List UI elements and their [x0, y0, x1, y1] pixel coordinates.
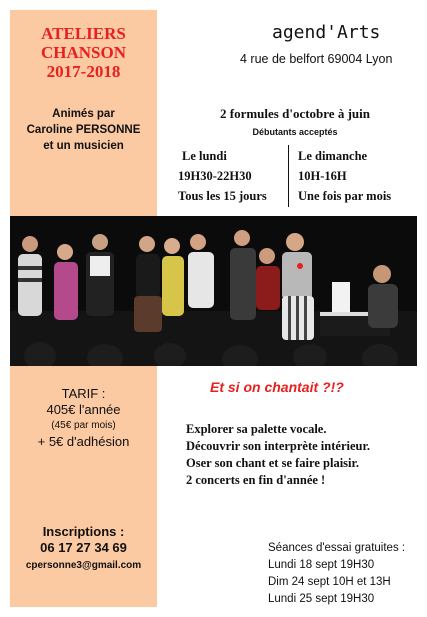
title-line-2: CHANSON — [40, 43, 126, 62]
monday-schedule: Le lundi 19H30-22H30 Tous les 15 jours — [178, 146, 267, 206]
benefit-item: Oser son chant et se faire plaisir. — [186, 456, 360, 470]
hosts-line-3: et un musicien — [43, 140, 124, 152]
benefit-item: Découvrir son interprète intérieur. — [186, 439, 370, 453]
schedule-headline: 2 formules d'octobre à juin — [220, 106, 370, 121]
hosts-line-2: Caroline PERSONNE — [26, 124, 141, 136]
contact-email[interactable]: cpersonne3@gmail.com — [10, 558, 157, 574]
contact-phone: 06 17 27 34 69 — [40, 540, 127, 555]
schedule-divider — [288, 145, 289, 207]
benefit-item: Explorer sa palette vocale. — [186, 422, 327, 436]
tarif-fee: + 5€ d'adhésion — [37, 434, 130, 449]
tarif-block: TARIF : 405€ l'année (45€ par mois) + 5€… — [10, 386, 157, 450]
trial-label: Séances d'essai gratuites : — [268, 542, 406, 554]
singers-illustration — [10, 216, 417, 366]
benefit-item: 2 concerts en fin d'année ! — [186, 473, 326, 487]
workshop-title: ATELIERS CHANSON 2017-2018 — [10, 24, 157, 81]
tagline: Et si on chantait ?!? — [210, 379, 344, 395]
stage-photo — [10, 216, 417, 366]
benefits-list: Explorer sa palette vocale. Découvrir so… — [186, 421, 370, 489]
sunday-frequency: Une fois par mois — [298, 189, 392, 203]
monday-day: Le lundi — [182, 149, 227, 163]
trial-sessions: Séances d'essai gratuites : Lundi 18 sep… — [268, 540, 405, 608]
tarif-month: (45€ par mois) — [51, 420, 116, 431]
contact-block: Inscriptions : 06 17 27 34 69 cpersonne3… — [10, 524, 157, 574]
sunday-time: 10H-16H — [298, 169, 347, 183]
trial-date: Lundi 18 sept 19H30 — [268, 559, 375, 571]
tarif-year: 405€ l'année — [46, 402, 121, 417]
beginners-note: Débutants acceptés — [252, 127, 338, 137]
tarif-label: TARIF : — [61, 386, 106, 401]
trial-date: Dim 24 sept 10H et 13H — [268, 576, 391, 588]
title-line-3: 2017-2018 — [46, 62, 121, 81]
trial-date: Lundi 25 sept 19H30 — [268, 593, 375, 605]
title-line-1: ATELIERS — [41, 24, 126, 43]
sunday-day: Le dimanche — [298, 149, 368, 163]
venue-address: 4 rue de belfort 69004 Lyon — [240, 52, 393, 66]
monday-frequency: Tous les 15 jours — [178, 189, 267, 203]
monday-time: 19H30-22H30 — [178, 169, 252, 183]
hosts: Animés par Caroline PERSONNE et un music… — [10, 106, 157, 154]
hosts-line-1: Animés par — [52, 108, 115, 120]
contact-label: Inscriptions : — [42, 524, 125, 539]
sunday-schedule: Le dimanche 10H-16H Une fois par mois — [298, 146, 391, 206]
venue-name: agend'Arts — [272, 22, 381, 43]
